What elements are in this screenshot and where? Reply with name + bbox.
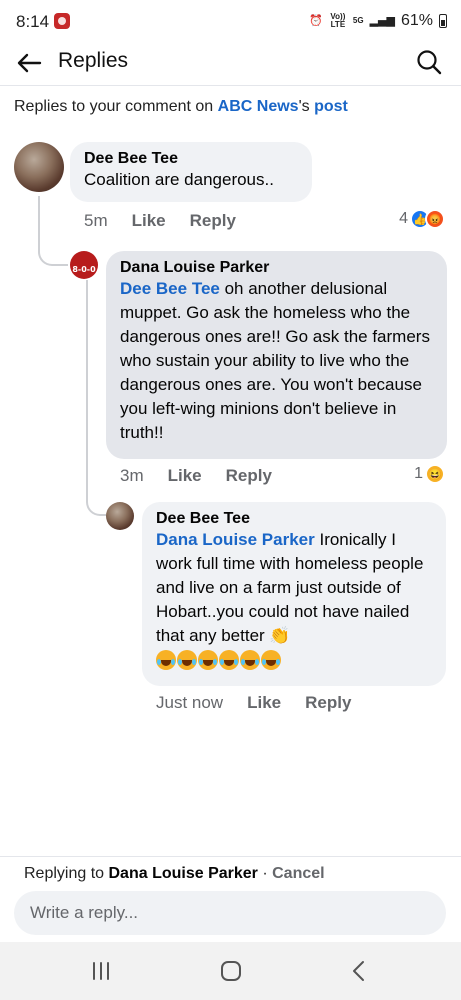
search-icon[interactable]: [415, 48, 443, 76]
volte-indicator: Vo)) LTE: [330, 12, 346, 29]
post-link[interactable]: post: [314, 98, 348, 115]
rolling-laughing-emoji-icon: [156, 650, 176, 670]
comment-body: oh another delusional muppet. Go ask the…: [120, 279, 430, 442]
page-link[interactable]: ABC News: [218, 98, 299, 115]
back-nav-icon[interactable]: [344, 960, 374, 982]
thread-line: [38, 196, 68, 266]
status-icons: ⏰ Vo)) LTE 5G ▂▄▆ 61%: [309, 12, 447, 30]
context-prefix: Replies to your comment on: [14, 98, 218, 115]
comment-actions: 5m Like Reply: [84, 211, 236, 231]
like-button[interactable]: Like: [132, 211, 166, 231]
signal-icon: ▂▄▆: [369, 14, 395, 27]
comment-author[interactable]: Dana Louise Parker: [120, 259, 433, 277]
comment-time: Just now: [156, 693, 224, 712]
reply-context: Replies to your comment on ABC News's po…: [14, 98, 348, 116]
angry-icon: 😡: [425, 209, 445, 229]
comment-author[interactable]: Dee Bee Tee: [84, 150, 298, 168]
replying-prefix: Replying to: [24, 865, 109, 882]
context-possessive: 's: [298, 98, 315, 115]
alarm-icon: ⏰: [309, 14, 323, 27]
reply-composer: Replying to Dana Louise Parker · Cancel: [0, 856, 461, 942]
rolling-laughing-emoji-icon: [240, 650, 260, 670]
status-time: 8:14: [16, 12, 50, 31]
page-title: Replies: [58, 49, 129, 72]
reply-button[interactable]: Reply: [226, 466, 272, 486]
like-button[interactable]: Like: [168, 466, 202, 486]
comment-time: 5m: [84, 211, 108, 230]
comment-bubble[interactable]: Dee Bee Tee Dana Louise Parker Ironicall…: [142, 502, 446, 686]
app-notification-icon: [54, 13, 70, 29]
comment-text: Coalition are dangerous..: [84, 170, 274, 189]
home-icon[interactable]: [216, 960, 246, 982]
comment-author[interactable]: Dee Bee Tee: [156, 510, 432, 528]
header: Replies: [0, 42, 461, 86]
thread-line: [86, 280, 106, 516]
comment-bubble[interactable]: Dee Bee Tee Coalition are dangerous..: [70, 142, 312, 202]
rolling-laughing-emoji-icon: [219, 650, 239, 670]
avatar[interactable]: [14, 142, 64, 192]
recent-apps-icon[interactable]: [86, 960, 116, 982]
avatar-label: 8-0-0: [72, 264, 96, 274]
replying-to-name: Dana Louise Parker: [108, 865, 258, 882]
back-arrow-icon[interactable]: [14, 48, 44, 78]
mention-link[interactable]: Dee Bee Tee: [120, 279, 220, 298]
comment-time: 3m: [120, 466, 144, 485]
status-bar: 8:14 ⏰ Vo)) LTE 5G ▂▄▆ 61%: [0, 0, 461, 42]
mention-link[interactable]: Dana Louise Parker: [156, 530, 315, 549]
comment-actions: 3m Like Reply: [120, 466, 272, 486]
rolling-laughing-emoji-icon: [177, 650, 197, 670]
reply-button[interactable]: Reply: [190, 211, 236, 231]
network-indicator: 5G: [352, 16, 364, 25]
comment-actions: Just now Like Reply: [156, 693, 351, 713]
reply-button[interactable]: Reply: [305, 693, 351, 713]
battery-percent: 61%: [400, 12, 433, 29]
haha-icon: 😆: [425, 464, 445, 484]
separator: ·: [257, 865, 273, 882]
avatar[interactable]: [106, 502, 134, 530]
reaction-count: 4: [399, 210, 408, 227]
reaction-count: 1: [414, 465, 423, 482]
comment-text: Dana Louise Parker Ironically I work ful…: [156, 528, 432, 648]
emoji-row: [156, 650, 432, 670]
avatar[interactable]: 8-0-0: [70, 251, 98, 279]
reply-input[interactable]: [14, 891, 446, 935]
clapping-hands-emoji: 👏: [269, 626, 291, 645]
rolling-laughing-emoji-icon: [198, 650, 218, 670]
reaction-summary[interactable]: 1 😆: [414, 464, 445, 484]
replying-to-label: Replying to Dana Louise Parker · Cancel: [24, 865, 325, 883]
system-nav-bar: [0, 942, 461, 1000]
rolling-laughing-emoji-icon: [261, 650, 281, 670]
cancel-reply-button[interactable]: Cancel: [272, 865, 324, 882]
comment-text: Dee Bee Tee oh another delusional muppet…: [120, 277, 433, 445]
battery-icon: [439, 14, 447, 28]
like-button[interactable]: Like: [247, 693, 281, 713]
comment-bubble[interactable]: Dana Louise Parker Dee Bee Tee oh anothe…: [106, 251, 447, 459]
reaction-summary[interactable]: 4 👍 😡: [399, 209, 445, 229]
